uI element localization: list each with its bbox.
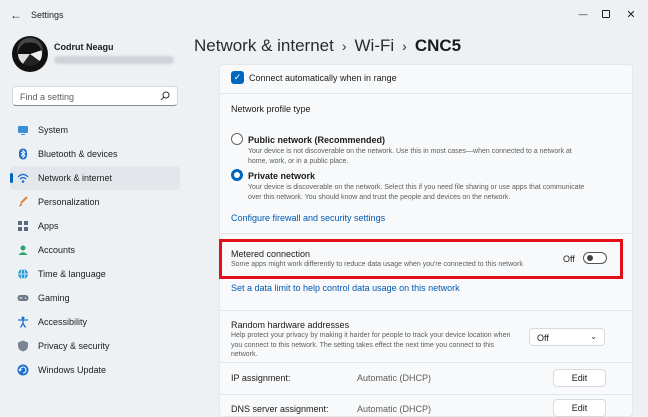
maximize-icon — [602, 10, 610, 18]
breadcrumb-wifi[interactable]: Wi-Fi — [355, 36, 395, 55]
connect-automatically-checkbox[interactable]: ✓ — [231, 71, 244, 84]
dns-assignment-value: Automatic (DHCP) — [357, 404, 432, 414]
bluetooth-icon — [19, 148, 27, 160]
system-icon — [18, 126, 28, 135]
divider — [219, 362, 633, 363]
minimize-button[interactable]: — — [573, 5, 593, 23]
ip-assignment-value: Automatic (DHCP) — [357, 373, 432, 383]
avatar-image — [18, 42, 42, 66]
sidebar-item-label: Accounts — [38, 245, 76, 255]
sidebar-nav: System Bluetooth & devices Network & int… — [10, 118, 180, 382]
private-network-radio[interactable] — [231, 169, 243, 181]
toggle-knob — [587, 255, 593, 261]
breadcrumb-separator: › — [402, 38, 407, 54]
checkmark-icon: ✓ — [233, 72, 242, 82]
title-bar: ← Settings — ✕ — [0, 0, 648, 30]
random-hardware-addresses-select[interactable]: Off ⌄ — [529, 328, 605, 346]
divider — [219, 233, 633, 234]
close-icon: ✕ — [626, 8, 636, 21]
chevron-down-icon: ⌄ — [590, 332, 597, 341]
avatar — [12, 36, 48, 72]
brush-icon — [19, 196, 28, 207]
sidebar-item-gaming[interactable]: Gaming — [10, 286, 180, 310]
sidebar-item-label: Bluetooth & devices — [38, 149, 118, 159]
select-value: Off — [537, 333, 549, 343]
globe-icon — [18, 268, 28, 280]
sidebar-item-label: System — [38, 125, 69, 135]
random-hardware-addresses-description: Help protect your privacy by making it h… — [231, 332, 511, 358]
network-profile-type-label: Network profile type — [231, 104, 311, 114]
accounts-icon — [18, 245, 28, 255]
sidebar-item-personalization[interactable]: Personalization — [10, 190, 180, 214]
wifi-icon — [17, 173, 29, 183]
metered-connection-description: Some apps might work differently to redu… — [231, 261, 523, 268]
breadcrumb: Network & internet › Wi-Fi › CNC5 — [194, 36, 461, 56]
public-network-radio[interactable] — [231, 133, 243, 145]
ip-assignment-label: IP assignment: — [231, 373, 291, 383]
sidebar-item-label: Network & internet — [38, 173, 113, 183]
apps-icon — [18, 221, 28, 231]
back-arrow-icon: ← — [10, 8, 22, 22]
page-title: CNC5 — [414, 36, 462, 55]
sidebar-item-label: Windows Update — [38, 365, 107, 375]
user-email-blurred — [54, 56, 174, 64]
user-profile[interactable]: Codrut Neagu — [12, 36, 192, 76]
divider — [219, 310, 633, 311]
search-input[interactable]: Find a setting — [12, 86, 178, 106]
divider — [219, 394, 633, 395]
private-network-description: Your device is discoverable on the netwo… — [248, 184, 585, 201]
sidebar-item-accounts[interactable]: Accounts — [10, 238, 180, 262]
dns-assignment-edit-button[interactable]: Edit — [553, 399, 606, 417]
shield-icon — [18, 340, 28, 352]
random-hardware-addresses-title: Random hardware addresses — [231, 320, 350, 330]
metered-toggle-state: Off — [563, 254, 575, 264]
sidebar-item-label: Apps — [38, 221, 59, 231]
configure-firewall-link[interactable]: Configure firewall and security settings — [231, 213, 385, 223]
public-network-description: Your device is not discoverable on the n… — [248, 148, 572, 165]
connect-automatically-label: Connect automatically when in range — [249, 73, 397, 83]
dns-assignment-label: DNS server assignment: — [231, 404, 329, 414]
ip-assignment-edit-button[interactable]: Edit — [553, 369, 606, 387]
sidebar-item-label: Accessibility — [38, 317, 88, 327]
sidebar-item-label: Time & language — [38, 269, 106, 279]
sidebar-item-windows-update[interactable]: Windows Update — [10, 358, 180, 382]
metered-connection-title: Metered connection — [231, 249, 311, 259]
divider — [219, 93, 633, 94]
breadcrumb-network-internet[interactable]: Network & internet — [194, 36, 334, 55]
user-name: Codrut Neagu — [54, 42, 114, 52]
set-data-limit-link[interactable]: Set a data limit to help control data us… — [231, 283, 460, 293]
sidebar-item-label: Personalization — [38, 197, 100, 207]
sidebar-item-apps[interactable]: Apps — [10, 214, 180, 238]
metered-connection-toggle[interactable] — [583, 252, 607, 264]
update-icon — [17, 364, 29, 376]
private-network-title: Private network — [248, 171, 316, 181]
sidebar-item-label: Privacy & security — [38, 341, 110, 351]
accessibility-icon — [18, 316, 28, 328]
sidebar-item-system[interactable]: System — [10, 118, 180, 142]
maximize-button[interactable] — [596, 5, 616, 23]
sidebar-item-time-language[interactable]: Time & language — [10, 262, 180, 286]
sidebar-item-privacy[interactable]: Privacy & security — [10, 334, 180, 358]
sidebar-item-bluetooth[interactable]: Bluetooth & devices — [10, 142, 180, 166]
gamepad-icon — [17, 295, 29, 301]
search-icon — [160, 91, 170, 101]
sidebar-item-accessibility[interactable]: Accessibility — [10, 310, 180, 334]
sidebar-item-network[interactable]: Network & internet — [10, 166, 180, 190]
minimize-icon: — — [578, 9, 588, 19]
sidebar-item-label: Gaming — [38, 293, 70, 303]
breadcrumb-separator: › — [341, 38, 347, 54]
search-placeholder: Find a setting — [20, 92, 75, 102]
close-button[interactable]: ✕ — [621, 5, 641, 23]
public-network-title: Public network (Recommended) — [248, 135, 386, 145]
back-button[interactable]: ← — [8, 7, 24, 23]
window-title: Settings — [31, 10, 64, 20]
